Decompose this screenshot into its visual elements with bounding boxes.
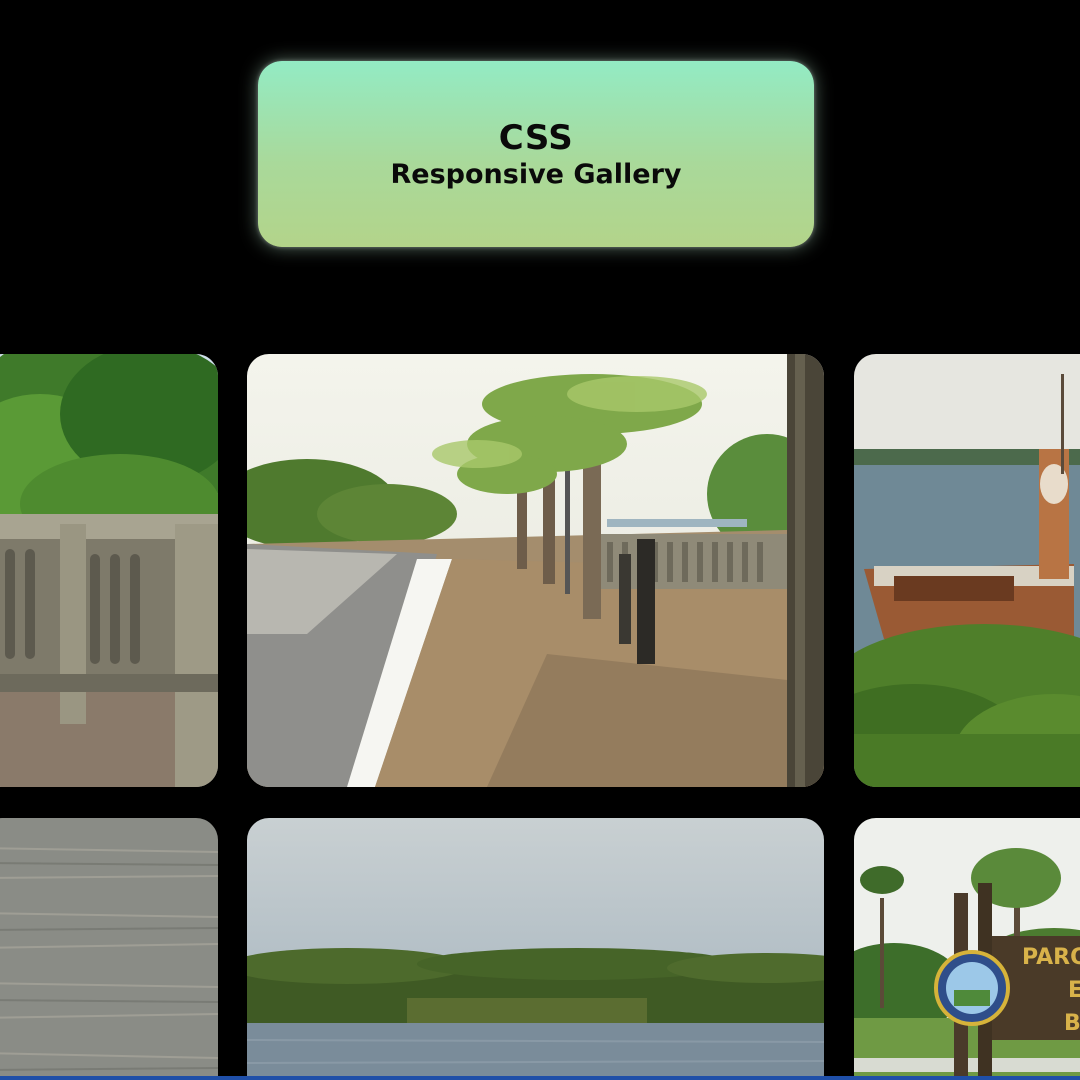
gallery-photo-water[interactable]: [0, 818, 218, 1080]
gallery-photo-balustrade[interactable]: [0, 354, 218, 787]
river-image: [247, 818, 824, 1080]
gallery-photo-boat[interactable]: [854, 354, 1080, 787]
gallery-photo-river[interactable]: [247, 818, 824, 1080]
gallery-photo-promenade[interactable]: [247, 354, 824, 787]
promenade-image: [247, 354, 824, 787]
gallery-page: CSS Responsive Gallery PARQ E B: [0, 0, 1080, 1080]
gallery-header-card: CSS Responsive Gallery: [258, 61, 814, 247]
park-sign-line3: BI: [1064, 1011, 1080, 1036]
boat-image: [854, 354, 1080, 787]
page-title: CSS: [498, 117, 574, 158]
park-sign-line1: PARQ: [1022, 945, 1080, 970]
page-subtitle: Responsive Gallery: [390, 158, 682, 190]
gallery-photo-park-sign[interactable]: PARQ E BI: [854, 818, 1080, 1080]
bottom-scroll-indicator: [0, 1076, 1080, 1080]
water-image: [0, 818, 218, 1080]
park-sign-image: PARQ E BI: [854, 818, 1080, 1080]
park-sign-line2: E: [1068, 978, 1080, 1003]
balustrade-image: [0, 354, 218, 787]
